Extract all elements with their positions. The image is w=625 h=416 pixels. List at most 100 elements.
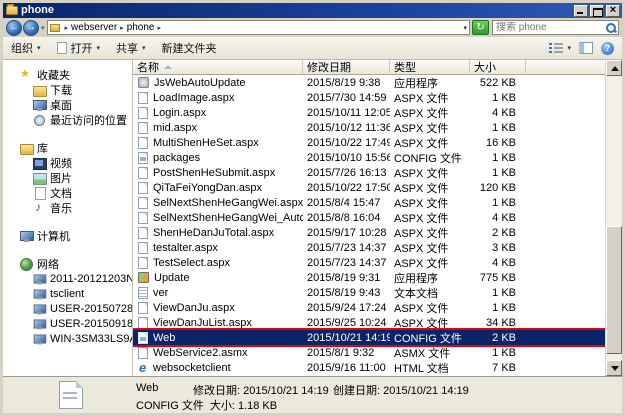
file-name-cell: PostShenHeSubmit.aspx bbox=[133, 167, 303, 179]
breadcrumb-webserver[interactable]: webserver bbox=[71, 22, 117, 33]
sidebar-item-音乐[interactable]: 音乐 bbox=[3, 200, 132, 215]
file-row-ViewDanJuList.aspx[interactable]: ViewDanJuList.aspx2015/9/25 10:24ASPX 文件… bbox=[133, 315, 605, 330]
chevron-down-icon[interactable]: ▾ bbox=[567, 44, 571, 52]
sidebar-item-计算机[interactable]: 计算机 bbox=[3, 228, 132, 243]
sidebar-item-tsclient[interactable]: tsclient bbox=[3, 286, 132, 301]
search-input[interactable] bbox=[493, 22, 604, 33]
sidebar-item-桌面[interactable]: 桌面 bbox=[3, 97, 132, 112]
file-row-Web[interactable]: Web2015/10/21 14:19CONFIG 文件2 KB bbox=[133, 330, 605, 345]
column-header-date[interactable]: 修改日期 bbox=[303, 60, 390, 75]
file-row-testalter.aspx[interactable]: testalter.aspx2015/7/23 14:37ASPX 文件3 KB bbox=[133, 240, 605, 255]
sidebar-item-收藏夹[interactable]: 收藏夹 bbox=[3, 67, 132, 82]
sidebar-item-label: 收藏夹 bbox=[37, 67, 70, 83]
file-row-websocketclient[interactable]: websocketclient2015/9/16 11:00HTML 文档7 K… bbox=[133, 360, 605, 375]
close-button[interactable] bbox=[606, 5, 620, 17]
file-type: CONFIG 文件 bbox=[390, 150, 470, 166]
file-row-ViewDanJu.aspx[interactable]: ViewDanJu.aspx2015/9/24 17:24ASPX 文件1 KB bbox=[133, 300, 605, 315]
file-row-LoadImage.aspx[interactable]: LoadImage.aspx2015/7/30 14:59ASPX 文件1 KB bbox=[133, 90, 605, 105]
address-dropdown-icon[interactable]: ▾ bbox=[463, 24, 467, 32]
sidebar-item-WIN-3SM33LS9AMO[interactable]: WIN-3SM33LS9AMO bbox=[3, 331, 132, 346]
file-row-SelNextShenHeGangWei.aspx[interactable]: SelNextShenHeGangWei.aspx2015/8/4 15:47A… bbox=[133, 195, 605, 210]
column-header-name[interactable]: 名称 bbox=[133, 60, 303, 75]
file-row-ShenHeDanJuTotal.aspx[interactable]: ShenHeDanJuTotal.aspx2015/9/17 10:28ASPX… bbox=[133, 225, 605, 240]
minimize-button[interactable] bbox=[574, 5, 588, 17]
file-rows: JsWebAutoUpdate2015/8/19 9:38应用程序522 KBL… bbox=[133, 75, 605, 376]
doc-file-icon bbox=[138, 317, 148, 329]
sidebar-item-视频[interactable]: 视频 bbox=[3, 155, 132, 170]
change-view-icon[interactable] bbox=[549, 43, 563, 54]
address-bar-row: ← → ▾ ▸ webserver ▸ phone ▸ ▾ ↻ bbox=[3, 18, 622, 37]
file-name: LoadImage.aspx bbox=[153, 92, 234, 104]
organize-button[interactable]: 组织▾ bbox=[11, 40, 41, 56]
history-dropdown-icon[interactable]: ▾ bbox=[41, 24, 45, 32]
open-button[interactable]: 打开▾ bbox=[57, 40, 101, 56]
file-row-mid.aspx[interactable]: mid.aspx2015/10/12 11:36ASPX 文件1 KB bbox=[133, 120, 605, 135]
file-type: ASPX 文件 bbox=[390, 135, 470, 151]
share-button[interactable]: 共享▾ bbox=[116, 40, 146, 56]
file-size: 34 KB bbox=[470, 317, 526, 329]
file-name: ViewDanJuList.aspx bbox=[153, 317, 252, 329]
scrollbar-thumb[interactable] bbox=[606, 226, 622, 354]
sidebar-item-label: 2011-20121203NP bbox=[50, 273, 133, 285]
file-row-ver[interactable]: ver2015/8/19 9:43文本文档1 KB bbox=[133, 285, 605, 300]
file-row-WebService2.asmx[interactable]: WebService2.asmx2015/8/1 9:32ASMX 文件1 KB bbox=[133, 345, 605, 360]
file-row-Login.aspx[interactable]: Login.aspx2015/10/11 12:05ASPX 文件4 KB bbox=[133, 105, 605, 120]
folder-icon bbox=[50, 24, 60, 32]
scroll-down-icon[interactable] bbox=[606, 360, 622, 376]
file-type: ASPX 文件 bbox=[390, 210, 470, 226]
sidebar-item-2011-20121203NP[interactable]: 2011-20121203NP bbox=[3, 271, 132, 286]
back-button[interactable]: ← bbox=[6, 20, 22, 36]
desktop-icon bbox=[33, 99, 46, 111]
forward-button[interactable]: → bbox=[23, 20, 39, 36]
doc-file-icon bbox=[138, 107, 148, 119]
file-name: ver bbox=[153, 287, 168, 299]
file-row-MultiShenHeSet.aspx[interactable]: MultiShenHeSet.aspx2015/10/22 17:49ASPX … bbox=[133, 135, 605, 150]
config-file-icon bbox=[138, 332, 148, 344]
sidebar-item-USER-20150728ZU[interactable]: USER-20150728ZU bbox=[3, 301, 132, 316]
column-header-type[interactable]: 类型 bbox=[390, 60, 470, 75]
file-row-TestSelect.aspx[interactable]: TestSelect.aspx2015/7/23 14:37ASPX 文件4 K… bbox=[133, 255, 605, 270]
sidebar-item-图片[interactable]: 图片 bbox=[3, 170, 132, 185]
search-icon[interactable] bbox=[604, 21, 617, 34]
sidebar-item-USER-20150918ES[interactable]: USER-20150918ES bbox=[3, 316, 132, 331]
file-type: ASPX 文件 bbox=[390, 105, 470, 121]
sidebar-item-下载[interactable]: 下载 bbox=[3, 82, 132, 97]
sidebar-item-文档[interactable]: 文档 bbox=[3, 185, 132, 200]
config-file-icon bbox=[138, 152, 148, 164]
sidebar-item-网络[interactable]: 网络 bbox=[3, 256, 132, 271]
file-row-packages[interactable]: packages2015/10/10 15:56CONFIG 文件1 KB bbox=[133, 150, 605, 165]
column-header-size[interactable]: 大小 bbox=[470, 60, 526, 75]
doc-file-icon bbox=[138, 257, 148, 269]
scroll-up-icon[interactable] bbox=[606, 60, 622, 76]
sidebar-item-最近访问的位置[interactable]: 最近访问的位置 bbox=[3, 112, 132, 127]
sidebar-item-库[interactable]: 库 bbox=[3, 140, 132, 155]
file-row-QiTaFeiYongDan.aspx[interactable]: QiTaFeiYongDan.aspx2015/10/22 17:50ASPX … bbox=[133, 180, 605, 195]
file-type: ASPX 文件 bbox=[390, 255, 470, 271]
file-type: ASPX 文件 bbox=[390, 90, 470, 106]
file-date-modified: 2015/9/17 10:28 bbox=[303, 227, 390, 239]
new-folder-button[interactable]: 新建文件夹 bbox=[162, 40, 217, 56]
chevron-down-icon: ▾ bbox=[37, 44, 41, 52]
file-name-cell: ViewDanJuList.aspx bbox=[133, 317, 303, 329]
file-row-Update[interactable]: Update2015/8/19 9:31应用程序775 KB bbox=[133, 270, 605, 285]
file-row-PostShenHeSubmit.aspx[interactable]: PostShenHeSubmit.aspx2015/7/26 16:13ASPX… bbox=[133, 165, 605, 180]
help-icon[interactable]: ? bbox=[601, 42, 614, 55]
file-date-modified: 2015/10/21 14:19 bbox=[303, 332, 390, 344]
preview-pane-icon[interactable] bbox=[579, 42, 593, 54]
file-size: 120 KB bbox=[470, 182, 526, 194]
file-row-SelNextShenHeGangWei_Auto.aspx[interactable]: SelNextShenHeGangWei_Auto.aspx2015/8/8 1… bbox=[133, 210, 605, 225]
file-name: MultiShenHeSet.aspx bbox=[153, 137, 259, 149]
file-icon bbox=[57, 42, 67, 54]
file-row-JsWebAutoUpdate[interactable]: JsWebAutoUpdate2015/8/19 9:38应用程序522 KB bbox=[133, 75, 605, 90]
maximize-button[interactable] bbox=[590, 5, 604, 17]
scrollbar-track[interactable] bbox=[606, 76, 622, 360]
file-date-modified: 2015/8/1 9:32 bbox=[303, 347, 390, 359]
doc-file-icon bbox=[138, 122, 148, 134]
refresh-button[interactable]: ↻ bbox=[472, 20, 489, 35]
file-name-cell: websocketclient bbox=[133, 362, 303, 374]
file-name: SelNextShenHeGangWei.aspx bbox=[153, 197, 303, 209]
address-bar[interactable]: ▸ webserver ▸ phone ▸ ▾ bbox=[47, 20, 470, 35]
vertical-scrollbar[interactable] bbox=[605, 60, 622, 376]
breadcrumb-phone[interactable]: phone bbox=[127, 22, 155, 33]
sidebar-item-label: 桌面 bbox=[50, 97, 72, 113]
